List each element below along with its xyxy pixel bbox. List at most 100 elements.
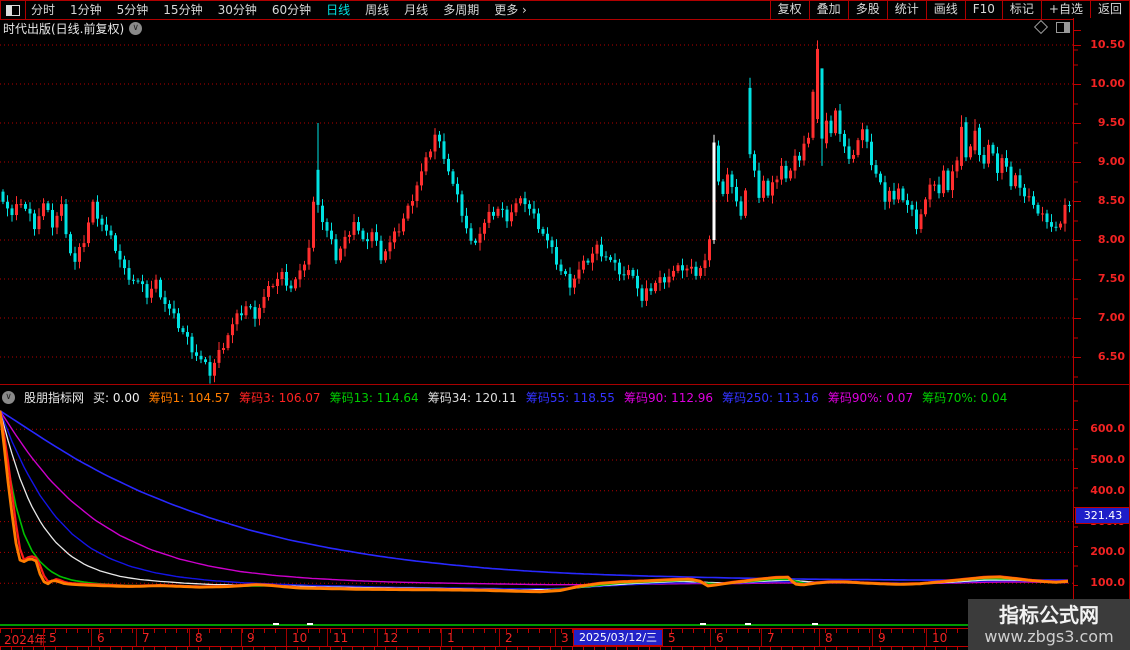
date-axis-label: 1 xyxy=(447,631,455,645)
date-axis-label: 9 xyxy=(247,631,255,645)
month-separator xyxy=(241,629,242,646)
month-separator xyxy=(819,629,820,646)
indicator-chart[interactable] xyxy=(0,385,1073,628)
date-axis-label: 2 xyxy=(505,631,513,645)
indicator-axis-label: 200.0 xyxy=(1090,545,1125,559)
title-row-icons xyxy=(1033,19,1070,35)
date-axis-label: 12 xyxy=(383,631,399,645)
tab-timeframe-5[interactable]: 60分钟 xyxy=(272,1,311,19)
date-axis-label: 8 xyxy=(825,631,833,645)
toolbar-button-2[interactable]: 多股 xyxy=(847,1,887,19)
price-axis-major-ticks xyxy=(1074,18,1081,384)
date-axis-ticks xyxy=(0,629,1073,633)
price-axis-label: 10.50 xyxy=(1090,38,1125,51)
watermark-title: 指标公式网 xyxy=(999,602,1099,627)
date-axis-label: 11 xyxy=(333,631,349,645)
price-axis: 10.50 10.00 9.50 9.00 8.50 8.00 7.50 7.00 6.50 xyxy=(1073,18,1130,384)
candlestick-chart[interactable] xyxy=(0,18,1073,384)
tab-timeframe-7[interactable]: 周线 xyxy=(365,1,389,19)
date-axis-label: 8 xyxy=(195,631,203,645)
legend-item-9: 筹码70%: 0.04 xyxy=(922,390,1008,405)
layout-toggle-button[interactable] xyxy=(1,1,26,19)
price-axis-label: 10.00 xyxy=(1090,77,1125,90)
month-separator xyxy=(499,629,500,646)
date-axis-label: 10 xyxy=(292,631,308,645)
top-toolbar: 分时 1分钟 5分钟 15分钟 30分钟 60分钟 日线 周线 月线 多周期 更多 › 复权 叠加 多股… xyxy=(0,0,1129,20)
toolbar-button-6[interactable]: 标记 xyxy=(1001,1,1041,19)
legend-item-2: 筹码3: 106.07 xyxy=(239,390,321,405)
indicator-axis-label: 500.0 xyxy=(1090,453,1125,466)
price-axis-label: 8.00 xyxy=(1097,233,1125,246)
legend-item-1: 筹码1: 104.57 xyxy=(148,390,231,405)
indicator-cursor-value: 321.43 xyxy=(1075,506,1130,524)
toolbar-button-3[interactable]: 统计 xyxy=(886,1,926,19)
indicator-axis: 600.0500.0400.0300.0200.0100.0 321.43 xyxy=(1073,385,1130,628)
tab-timeframe-9[interactable]: 多周期 xyxy=(443,1,479,19)
month-separator xyxy=(710,629,711,646)
date-axis-label: 3 xyxy=(561,631,569,645)
date-axis-label: 5 xyxy=(49,631,57,645)
tab-timeframe-4[interactable]: 30分钟 xyxy=(218,1,257,19)
price-axis-label: 9.50 xyxy=(1097,116,1125,129)
toolbar-button-5[interactable]: F10 xyxy=(964,1,1002,19)
month-separator xyxy=(327,629,328,646)
highlighted-date: 2025/03/12/三 xyxy=(573,629,663,646)
tab-timeframe-6[interactable]: 日线 xyxy=(326,1,350,19)
legend-item-8: 筹码90%: 0.07 xyxy=(827,390,914,405)
toolbar-button-8[interactable]: 返回 xyxy=(1089,1,1129,19)
legend-item-4: 筹码34: 120.11 xyxy=(427,390,517,405)
tab-timeframe-2[interactable]: 5分钟 xyxy=(117,1,149,19)
month-separator xyxy=(136,629,137,646)
chart-titlebar: 时代出版(日线.前复权) ∨ xyxy=(3,20,143,36)
date-axis-label: 6 xyxy=(716,631,724,645)
date-axis-label: 9 xyxy=(878,631,886,645)
date-axis-label: 10 xyxy=(932,631,948,645)
month-separator xyxy=(91,629,92,646)
month-separator xyxy=(872,629,873,646)
tab-timeframe-3[interactable]: 15分钟 xyxy=(163,1,202,19)
date-axis-label: 7 xyxy=(767,631,775,645)
trading-app-window: 分时 1分钟 5分钟 15分钟 30分钟 60分钟 日线 周线 月线 多周期 更多 › 复权 叠加 多股… xyxy=(0,0,1130,650)
indicator-legend: ∨ 股朋指标网 买: 0.00 筹码1: 104.57 筹码3: 106.07 筹码1… xyxy=(2,388,1007,406)
month-separator xyxy=(761,629,762,646)
month-separator xyxy=(555,629,556,646)
indicator-chevron-icon[interactable]: ∨ xyxy=(2,390,15,404)
date-axis-label: 7 xyxy=(142,631,150,645)
toolbar-button-7[interactable]: +自选 xyxy=(1040,1,1090,19)
legend-item-3: 筹码13: 114.64 xyxy=(329,390,419,405)
watermark: 指标公式网 www.zbgs3.com xyxy=(968,599,1130,650)
price-axis-label: 9.00 xyxy=(1097,155,1125,168)
month-separator xyxy=(189,629,190,646)
diamond-icon[interactable] xyxy=(1033,19,1049,35)
indicator-axis-label: 400.0 xyxy=(1090,483,1125,497)
toolbar-button-0[interactable]: 复权 xyxy=(769,1,809,19)
date-axis-label: 2024年 xyxy=(4,633,47,647)
price-axis-label: 6.50 xyxy=(1097,350,1125,363)
watermark-url: www.zbgs3.com xyxy=(984,626,1114,646)
indicator-axis-label: 100.0 xyxy=(1090,576,1125,590)
page-title: 时代出版(日线.前复权) xyxy=(3,21,125,36)
timeframe-bar: 分时 1分钟 5分钟 15分钟 30分钟 60分钟 日线 周线 月线 多周期 更多 › xyxy=(31,1,527,19)
date-axis-label: 5 xyxy=(668,631,676,645)
legend-item-6: 筹码90: 112.96 xyxy=(623,390,714,405)
month-separator xyxy=(286,629,287,646)
tab-timeframe-0[interactable]: 分时 xyxy=(31,1,55,19)
price-axis-label: 7.00 xyxy=(1097,311,1125,324)
price-axis-label: 8.50 xyxy=(1097,194,1125,207)
tab-timeframe-10[interactable]: 更多 › xyxy=(494,1,527,19)
indicator-axis-label: 600.0 xyxy=(1090,422,1125,436)
month-separator xyxy=(441,629,442,646)
date-axis[interactable]: 2024年 5 6 7 8 9 10 11 12 1 2 3 5 6 7 8 9 10 2025/03/12/三 xyxy=(0,628,1130,647)
price-axis-label: 7.50 xyxy=(1097,272,1125,285)
split-window-icon xyxy=(6,4,20,16)
month-separator xyxy=(43,629,44,646)
tab-timeframe-1[interactable]: 1分钟 xyxy=(70,1,102,19)
month-separator xyxy=(926,629,927,646)
toolbar-button-1[interactable]: 叠加 xyxy=(808,1,848,19)
split-panel-icon[interactable] xyxy=(1056,22,1070,33)
toolbar-right-buttons: 复权 叠加 多股 统计 画线 F10 标记 +自选 返回 xyxy=(769,1,1129,19)
indicator-name[interactable]: 股朋指标网 xyxy=(24,389,84,406)
chevron-down-icon[interactable]: ∨ xyxy=(129,21,143,35)
toolbar-button-4[interactable]: 画线 xyxy=(925,1,965,19)
tab-timeframe-8[interactable]: 月线 xyxy=(404,1,428,19)
